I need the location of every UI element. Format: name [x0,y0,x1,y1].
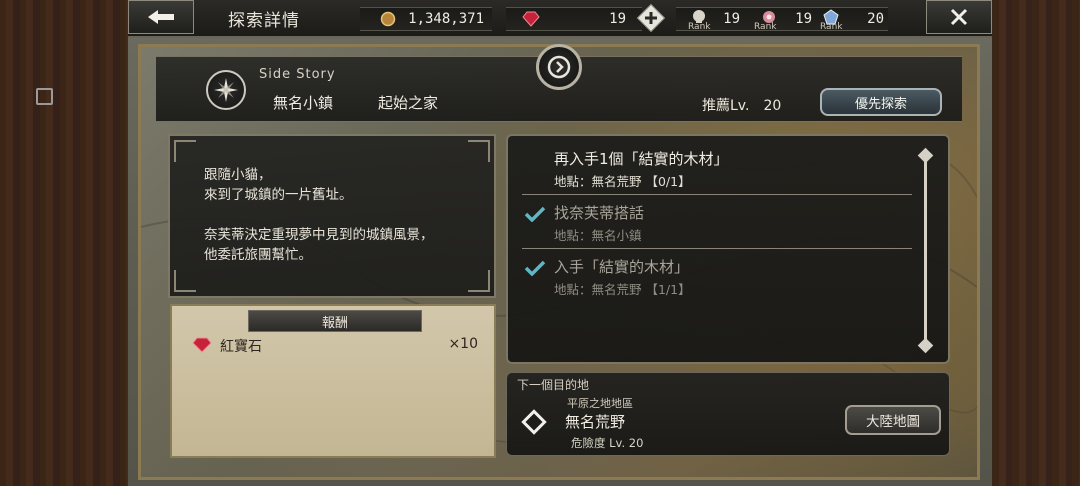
rank-label-1: Rank [688,22,711,32]
objective-title: 入手「結實的木材」 [554,258,690,276]
rank-label-3: Rank [820,22,843,32]
objective-location: 地點：無名荒野 【1/1】 [554,282,691,297]
scrollbar-bottom-cap [917,337,934,354]
next-destination-panel: 下一個目的地 平原之地地區 無名荒野 危險度 Lv. 20 大陸地圖 [506,372,950,456]
side-story-emblem-icon [206,70,246,110]
rank-counter-1: 19 [676,7,748,31]
objective-divider [522,248,912,249]
reward-item-quantity: ×10 [448,336,478,352]
rank-3-value: 20 [867,11,884,27]
reward-panel: 報酬 紅寶石 ×10 [170,304,496,458]
back-arrow-icon [148,10,174,24]
objective-location: 地點：無名小鎮 [554,228,642,243]
objectives-panel: 再入手1個「結實的木材」 地點：無名荒野 【0/1】 找奈芙蒂搭話 地點：無名小… [506,134,950,364]
recommended-level: 推薦Lv. 20 [702,95,795,115]
story-sublocation: 起始之家 [378,94,439,112]
rank-label-2: Rank [754,22,777,32]
recommended-level-label: 推薦Lv. [702,98,750,114]
chevron-right-circle-icon [547,55,571,79]
story-description-panel: 跟隨小貓， 來到了城鎮的一片舊址。 奈芙蒂決定重現夢中見到的城鎮風景， 他委託旅… [168,134,496,298]
objective-title: 再入手1個「結實的木材」 [554,150,729,168]
system-overlay-checkbox[interactable] [36,88,53,105]
priority-explore-button[interactable]: 優先探索 [820,88,942,116]
corner-ornament [468,270,490,292]
destination-region: 平原之地地區 [567,397,633,410]
reward-item-name: 紅寶石 [220,339,262,355]
story-location: 無名小鎮 [273,94,334,112]
objective-location: 地點：無名荒野 【0/1】 [554,174,691,189]
close-button[interactable] [926,0,992,34]
corner-ornament [174,140,196,162]
gold-amount: 1,348,371 [408,11,484,27]
recommended-level-value: 20 [763,98,782,114]
destination-danger-level: 危險度 Lv. 20 [571,436,644,450]
corner-ornament [174,270,196,292]
story-category: Side Story [259,67,336,82]
reward-title: 報酬 [248,310,422,332]
story-description: 跟隨小貓， 來到了城鎮的一片舊址。 奈芙蒂決定重現夢中見到的城鎮風景， 他委託旅… [204,167,434,263]
scrollbar-top-cap [917,147,934,164]
gem-amount: 19 [609,11,626,27]
check-icon [524,260,546,276]
ruby-icon [192,337,212,353]
gold-coin-icon [380,11,396,27]
check-icon [524,206,546,222]
compass-star-icon [214,78,238,102]
top-bar: 探索詳情 1,348,371 19 19 19 20 Rank Rank Ran… [128,0,992,38]
destination-name: 無名荒野 [565,413,626,431]
destination-marker-icon [521,409,547,435]
next-destination-label: 下一個目的地 [517,378,590,392]
ruby-icon [522,11,540,27]
gold-counter: 1,348,371 [360,7,492,31]
objectives-scrollbar[interactable] [924,154,927,346]
close-icon [950,8,968,26]
page-title: 探索詳情 [228,11,300,31]
rank-2-value: 19 [795,11,812,27]
objective-divider [522,194,912,195]
continent-map-button[interactable]: 大陸地圖 [845,405,941,435]
objective-title: 找奈芙蒂搭話 [554,204,645,222]
reward-item[interactable]: 紅寶石 ×10 [190,336,478,356]
background-left-wood [0,0,128,486]
rank-1-value: 19 [723,11,740,27]
next-page-button[interactable] [536,44,582,90]
gem-counter: 19 [506,7,642,31]
back-button[interactable] [128,0,194,34]
corner-ornament [468,140,490,162]
plus-icon [645,12,657,24]
background-right-wood [992,0,1080,486]
